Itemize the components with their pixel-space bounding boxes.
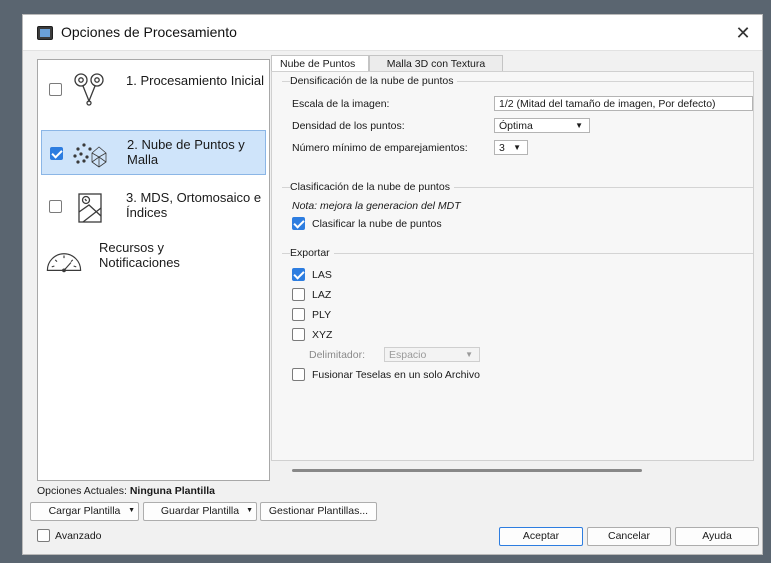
current-options-value: Ninguna Plantilla bbox=[129, 485, 215, 497]
merge-tiles-checkbox[interactable] bbox=[292, 368, 305, 381]
merge-tiles-label: Fusionar Teselas en un solo Archivo bbox=[312, 369, 480, 381]
load-template-label: Cargar Plantilla bbox=[48, 505, 121, 517]
nav-checkbox-dsm-ortho[interactable] bbox=[49, 200, 62, 213]
delimiter-label: Delimitador: bbox=[309, 349, 366, 361]
point-density-value: Óptima bbox=[499, 120, 533, 132]
current-options-label: Opciones Actuales: bbox=[37, 485, 127, 497]
classify-label: Clasificar la nube de puntos bbox=[312, 218, 442, 230]
cancel-button[interactable]: Cancelar bbox=[587, 527, 671, 546]
app-icon bbox=[37, 26, 53, 40]
min-matches-value: 3 bbox=[499, 142, 505, 154]
tab-3d-mesh[interactable]: Malla 3D con Textura bbox=[369, 55, 503, 72]
close-button[interactable]: ✕ bbox=[730, 20, 756, 46]
window-title: Opciones de Procesamiento bbox=[61, 24, 237, 40]
export-las-label: LAS bbox=[312, 269, 332, 281]
nav-item-initial-processing[interactable]: 1. Procesamiento Inicial bbox=[41, 67, 266, 112]
point-density-select[interactable]: Óptima ▼ bbox=[494, 118, 590, 133]
processing-options-dialog: Opciones de Procesamiento ✕ 1. Procesami… bbox=[22, 14, 763, 555]
chevron-down-icon: ▼ bbox=[246, 507, 253, 514]
image-scale-value: 1/2 (Mitad del tamaño de imagen, Por def… bbox=[499, 98, 716, 110]
group-title-densification: Densificación de la nube de puntos bbox=[290, 75, 458, 87]
group-divider bbox=[282, 253, 753, 254]
help-button[interactable]: Ayuda bbox=[675, 527, 759, 546]
chevron-down-icon: ▼ bbox=[465, 350, 473, 359]
group-title-classification: Clasificación de la nube de puntos bbox=[290, 181, 454, 193]
nav-label-resources: Recursos y Notificaciones bbox=[99, 240, 180, 270]
nav-label-dsm-ortho: 3. MDS, Ortomosaico e Índices bbox=[126, 190, 262, 220]
export-xyz-label: XYZ bbox=[312, 329, 333, 341]
classification-note: Nota: mejora la generacion del MDT bbox=[292, 200, 461, 212]
advanced-checkbox[interactable] bbox=[37, 529, 50, 542]
tab-content-point-cloud: Densificación de la nube de puntos Escal… bbox=[271, 71, 754, 472]
chevron-down-icon: ▼ bbox=[513, 143, 521, 152]
current-options: Opciones Actuales: Ninguna Plantilla bbox=[37, 485, 215, 497]
nav-item-point-cloud-mesh[interactable]: 2. Nube de Puntos y Malla bbox=[41, 130, 266, 175]
nav-label-initial-processing: 1. Procesamiento Inicial bbox=[126, 73, 265, 88]
nav-item-dsm-ortho[interactable]: 3. MDS, Ortomosaico e Índices bbox=[41, 184, 266, 229]
category-list: 1. Procesamiento Inicial 2. Nube de Punt… bbox=[37, 59, 270, 481]
save-template-label: Guardar Plantilla bbox=[160, 505, 240, 517]
processing-gears-icon bbox=[74, 73, 104, 106]
chevron-down-icon: ▼ bbox=[575, 121, 583, 130]
export-ply-checkbox[interactable] bbox=[292, 308, 305, 321]
image-scale-select[interactable]: 1/2 (Mitad del tamaño de imagen, Por def… bbox=[494, 96, 753, 111]
export-ply-label: PLY bbox=[312, 309, 332, 321]
image-scale-label: Escala de la imagen: bbox=[292, 98, 390, 110]
export-laz-checkbox[interactable] bbox=[292, 288, 305, 301]
min-matches-label: Número mínimo de emparejamientos: bbox=[292, 142, 468, 154]
close-icon: ✕ bbox=[735, 23, 751, 43]
load-template-button[interactable]: Cargar Plantilla ▼ bbox=[30, 502, 139, 521]
export-xyz-checkbox[interactable] bbox=[292, 328, 305, 341]
advanced-label: Avanzado bbox=[55, 530, 102, 542]
export-laz-label: LAZ bbox=[312, 289, 332, 301]
classify-checkbox[interactable] bbox=[292, 217, 305, 230]
delimiter-select[interactable]: Espacio ▼ bbox=[384, 347, 480, 362]
min-matches-select[interactable]: 3 ▼ bbox=[494, 140, 528, 155]
dsm-ortho-icon bbox=[78, 193, 102, 223]
chevron-down-icon: ▼ bbox=[128, 507, 135, 514]
manage-templates-button[interactable]: Gestionar Plantillas... bbox=[260, 502, 377, 521]
point-cloud-mesh-icon bbox=[73, 143, 107, 168]
save-template-button[interactable]: Guardar Plantilla ▼ bbox=[143, 502, 257, 521]
delimiter-value: Espacio bbox=[389, 349, 427, 361]
nav-item-resources[interactable]: Recursos y Notificaciones bbox=[41, 236, 266, 281]
tab-point-cloud[interactable]: Nube de Puntos bbox=[271, 55, 369, 72]
nav-checkbox-point-cloud-mesh[interactable] bbox=[50, 147, 63, 160]
horizontal-scrollbar[interactable] bbox=[292, 469, 642, 472]
nav-checkbox-initial-processing[interactable] bbox=[49, 83, 62, 96]
group-title-export: Exportar bbox=[290, 247, 334, 259]
point-density-label: Densidad de los puntos: bbox=[292, 120, 405, 132]
nav-label-point-cloud-mesh: 2. Nube de Puntos y Malla bbox=[127, 137, 245, 167]
accept-button[interactable]: Aceptar bbox=[499, 527, 583, 546]
title-bar: Opciones de Procesamiento ✕ bbox=[23, 15, 762, 51]
export-las-checkbox[interactable] bbox=[292, 268, 305, 281]
gauge-icon bbox=[46, 253, 82, 273]
